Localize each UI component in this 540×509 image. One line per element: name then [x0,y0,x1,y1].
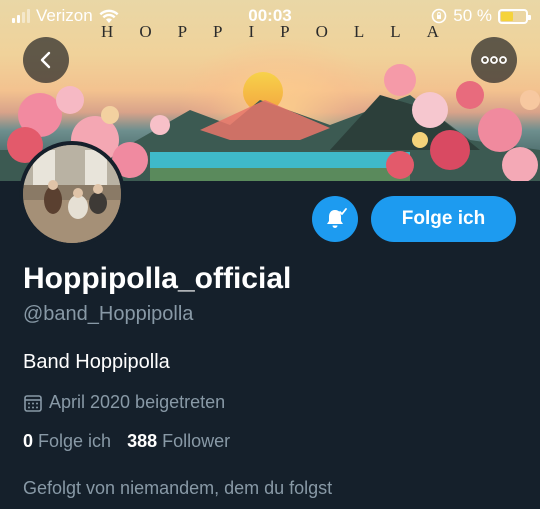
following-label: Folge ich [38,431,112,451]
followers-count: 388 [127,431,158,451]
notifications-button[interactable] [312,196,358,242]
join-date-label: April 2020 beigetreten [49,392,226,412]
handle: @band_Hoppipolla [23,303,194,325]
battery-percent: 50 % [453,6,492,25]
more-icon [481,56,507,64]
following-stat[interactable]: 0 Folge ich [23,431,111,452]
follow-stats: 0 Folge ich 388 Follower [23,431,230,452]
orientation-lock-icon [431,8,447,24]
chevron-left-icon [40,51,51,69]
bio: Band Hoppipolla [23,351,170,373]
display-name: Hoppipolla_official [23,262,292,295]
status-bar: Verizon 00:03 50 % [0,0,540,30]
bell-icon [327,208,347,228]
calendar-icon [24,394,42,412]
join-date: April 2020 beigetreten [23,392,225,413]
followers-label: Follower [162,431,231,451]
following-button[interactable]: Folge ich [371,196,516,242]
followers-stat[interactable]: 388 Follower [127,431,230,452]
avatar[interactable] [19,141,125,247]
more-button[interactable] [471,37,517,83]
back-button[interactable] [23,37,69,83]
battery-icon [498,8,531,24]
following-count: 0 [23,431,34,451]
followed-by-text: Gefolgt von niemandem, dem du folgst [23,478,333,498]
avatar-image [23,145,121,243]
